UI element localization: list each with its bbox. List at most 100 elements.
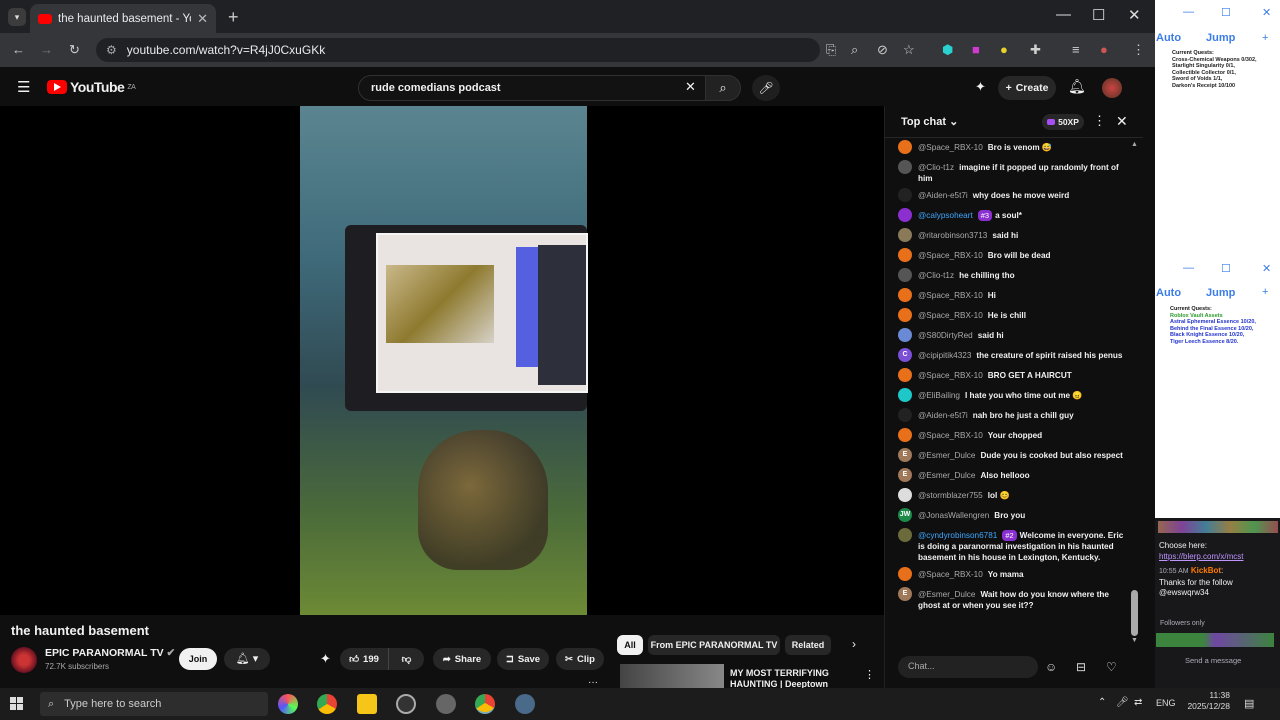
obs-icon[interactable]	[396, 694, 416, 714]
chat-author[interactable]: @cipipitik4323	[918, 351, 971, 360]
chat-avatar[interactable]	[898, 567, 912, 581]
channel-avatar[interactable]	[11, 647, 37, 673]
like-button[interactable]: 👍︎ 199	[340, 648, 388, 670]
chat-avatar[interactable]	[898, 228, 912, 242]
chat-avatar[interactable]	[898, 388, 912, 402]
gift-icon[interactable]: ✦	[975, 79, 986, 95]
send-message-input[interactable]: Send a message	[1185, 656, 1241, 665]
menu-kebab-icon[interactable]: ⋮	[1132, 42, 1145, 58]
gift-icon[interactable]: ✦	[320, 651, 331, 667]
chat-avatar[interactable]: JW	[898, 508, 912, 522]
chat-author[interactable]: @Space_RBX-10	[918, 431, 983, 440]
search-button[interactable]: ⌕	[705, 75, 741, 101]
chip-related[interactable]: Related	[785, 635, 831, 655]
chat-avatar[interactable]	[898, 328, 912, 342]
chat-mode-dropdown[interactable]: Top chat ⌄	[901, 115, 958, 128]
chat-username[interactable]: KickBot	[1191, 566, 1221, 575]
channel-name[interactable]: EPIC PARANORMAL TV ✔	[45, 647, 175, 659]
chat-avatar[interactable]	[898, 308, 912, 322]
notification-center-icon[interactable]: ▤	[1244, 697, 1254, 710]
chat-link[interactable]: https://blerp.com/x/mcst	[1159, 552, 1277, 563]
chat-author[interactable]: @Space_RBX-10	[918, 291, 983, 300]
share-button[interactable]: ➦ Share	[433, 648, 491, 670]
maximize-button[interactable]: ☐	[1221, 262, 1231, 275]
close-tab-icon[interactable]: ✕	[197, 11, 208, 27]
youtube-logo[interactable]: YouTube ZA	[47, 79, 136, 95]
chat-author[interactable]: @Esmer_Dulce	[918, 590, 975, 599]
windows-start-icon[interactable]	[10, 697, 23, 710]
chat-input[interactable]: Chat...	[898, 656, 1038, 678]
menu-kebab-icon[interactable]: ⋮	[864, 668, 875, 681]
chat-scrollbar[interactable]	[1131, 590, 1138, 636]
search-input[interactable]: rude comedians podcast	[358, 75, 706, 101]
extensions-puzzle-icon[interactable]: ✚	[1030, 42, 1041, 58]
bookmark-star-icon[interactable]: ☆	[903, 42, 915, 58]
network-icon[interactable]: ⇄	[1134, 697, 1142, 708]
join-button[interactable]: Join	[179, 648, 217, 670]
address-bar[interactable]: ⚙ youtube.com/watch?v=R4jJ0CxuGKk	[96, 38, 820, 62]
chat-avatar[interactable]: E	[898, 448, 912, 462]
emote-bar[interactable]	[1158, 521, 1278, 533]
chat-author[interactable]: @ritarobinson3713	[918, 231, 987, 240]
chat-avatar[interactable]: E	[898, 587, 912, 601]
emote-row[interactable]	[1156, 633, 1274, 647]
chat-author[interactable]: @Space_RBX-10	[918, 311, 983, 320]
chat-author[interactable]: @EliBailing	[918, 391, 960, 400]
chat-avatar[interactable]	[898, 160, 912, 174]
back-icon[interactable]: ←	[12, 42, 25, 57]
file-explorer-icon[interactable]	[357, 694, 377, 714]
reload-icon[interactable]: ↻	[69, 42, 80, 58]
auto-button[interactable]: Auto	[1156, 287, 1181, 299]
clip-button[interactable]: ✂ Clip	[556, 648, 604, 670]
forward-icon[interactable]: →	[40, 42, 53, 57]
chip-all[interactable]: All	[617, 635, 643, 655]
plus-icon[interactable]: +	[1262, 32, 1268, 44]
chat-avatar[interactable]	[898, 408, 912, 422]
plus-icon[interactable]: +	[1262, 286, 1268, 298]
close-icon[interactable]: ✕	[1262, 6, 1271, 19]
create-button[interactable]: + Create	[998, 76, 1056, 100]
chat-avatar[interactable]	[898, 248, 912, 262]
minimize-button[interactable]: —	[1056, 6, 1071, 23]
clear-search-icon[interactable]: ✕	[685, 79, 696, 95]
extension-icon[interactable]: ●	[1000, 42, 1008, 57]
chat-author[interactable]: @Aiden-e5t7i	[918, 191, 968, 200]
chat-avatar[interactable]: C	[898, 348, 912, 362]
chat-author[interactable]: @Space_RBX-10	[918, 251, 983, 260]
site-info-icon[interactable]: ⚙	[106, 43, 117, 57]
copilot-icon[interactable]	[278, 694, 298, 714]
chat-author[interactable]: @Esmer_Dulce	[918, 471, 975, 480]
close-window-button[interactable]: ✕	[1128, 6, 1141, 24]
chat-avatar[interactable]	[898, 208, 912, 222]
chat-avatar[interactable]	[898, 528, 912, 542]
minimize-button[interactable]: —	[1183, 262, 1194, 274]
chat-author[interactable]: @stormblazer755	[918, 491, 983, 500]
avatar[interactable]	[1102, 78, 1122, 98]
recommended-title[interactable]: MY MOST TERRIFYING HAUNTING | Deeptown S…	[730, 668, 860, 688]
maximize-button[interactable]: ☐	[1092, 6, 1105, 24]
app-icon[interactable]	[515, 694, 535, 714]
chat-menu-icon[interactable]: ⋮	[1093, 113, 1106, 129]
chat-author[interactable]: @Clio-t1z	[918, 271, 954, 280]
tray-arrow-icon[interactable]: ⌃	[1098, 697, 1106, 708]
app-icon[interactable]	[436, 694, 456, 714]
system-clock[interactable]: 11:38 2025/12/28	[1180, 690, 1230, 712]
chat-author[interactable]: @calypsoheart	[918, 211, 973, 220]
subscribe-bell-button[interactable]: 🔔︎ ▾	[224, 648, 270, 670]
tab-search-button[interactable]: ▾	[8, 8, 26, 26]
chat-author[interactable]: @cyndyrobinson6781	[918, 531, 997, 540]
chat-avatar[interactable]	[898, 268, 912, 282]
chat-avatar[interactable]	[898, 428, 912, 442]
new-tab-button[interactable]: +	[228, 7, 239, 28]
chat-avatar[interactable]: E	[898, 468, 912, 482]
browser-tab[interactable]: the haunted basement - Yo ✕	[30, 4, 216, 33]
microphone-icon[interactable]: 🎤︎	[1116, 697, 1129, 708]
chat-avatar[interactable]	[898, 188, 912, 202]
jump-button[interactable]: Jump	[1206, 287, 1235, 299]
chat-author[interactable]: @JonasWallengren	[918, 511, 989, 520]
profile-icon[interactable]: ●	[1100, 42, 1108, 57]
super-chat-icon[interactable]: ⊟	[1076, 660, 1086, 674]
chat-author[interactable]: @Esmer_Dulce	[918, 451, 975, 460]
chat-avatar[interactable]	[898, 488, 912, 502]
extension-icon[interactable]: ■	[972, 42, 980, 57]
